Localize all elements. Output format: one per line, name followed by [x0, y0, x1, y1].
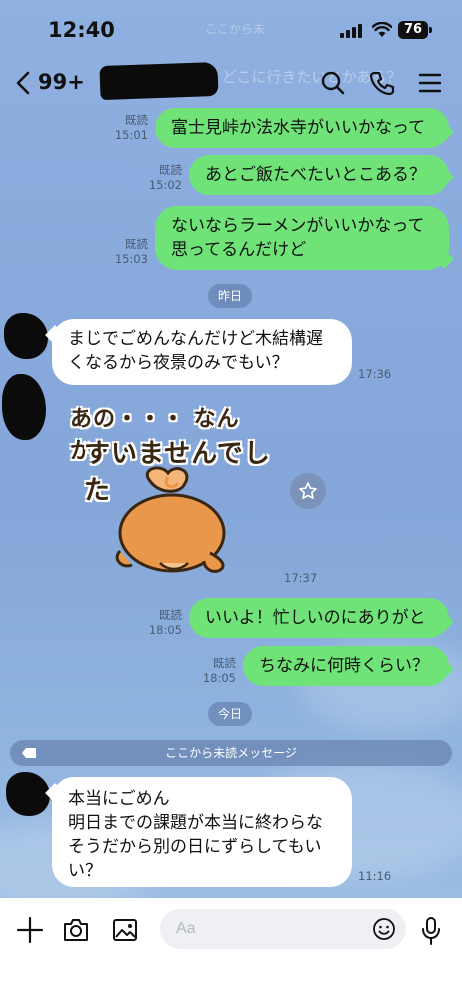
message-time: 15:01 [114, 128, 148, 142]
status-time: 12:40 [48, 18, 115, 42]
sticker[interactable]: あの・・・ なんか・・・ すいませんでした [62, 395, 272, 585]
message-text: 富士見峠か法水寺がいいかなって [171, 118, 426, 138]
read-receipt: 既読 [159, 163, 182, 177]
message-time: 15:03 [114, 252, 148, 266]
message-time: 11:16 [358, 869, 392, 883]
outgoing-message-bubble[interactable]: いいよ！忙しいのにありがと [189, 598, 449, 638]
message-text-line: まじでごめんなんだけど木結構遅 [68, 329, 323, 349]
message-meta: 既読 18:05 [200, 656, 236, 686]
message-meta: 既読 18:05 [146, 608, 182, 638]
microphone-icon[interactable] [420, 916, 442, 946]
emoji-icon[interactable] [372, 917, 396, 941]
phone-icon[interactable] [369, 70, 395, 96]
message-composer [0, 898, 462, 999]
contact-name-redacted [99, 61, 219, 101]
message-text-line: ないならラーメンがいいかなって [171, 216, 425, 236]
battery-indicator: 76 [398, 21, 428, 39]
signal-icon [340, 24, 362, 38]
message-text-line: そうだから別の日にずらしてもい [68, 837, 322, 857]
sticker-favorite-button[interactable] [290, 473, 326, 509]
status-bar: 12:40 ここから未 76 [0, 0, 462, 58]
image-icon[interactable] [111, 916, 139, 944]
message-input[interactable] [176, 917, 356, 941]
message-text-line: くなるから夜景のみでもい？ [68, 353, 289, 373]
outgoing-message-bubble[interactable]: ないならラーメンがいいかなって 思ってるんだけど [155, 206, 449, 270]
battery-tip [429, 27, 432, 33]
message-text: あとご飯たべたいとこある？ [205, 165, 426, 185]
message-text-line: 思ってるんだけど [171, 240, 307, 260]
message-time: 18:05 [148, 623, 182, 637]
message-meta: 既読 15:02 [146, 163, 182, 193]
chevron-left-icon[interactable] [14, 70, 34, 96]
message-text: いいよ！忙しいのにありがと [205, 608, 426, 628]
date-separator-today: 今日 [208, 702, 253, 726]
message-text-line: 明日までの課題が本当に終わらな [68, 813, 323, 833]
read-receipt: 既読 [125, 237, 148, 251]
date-separator-yesterday: 昨日 [208, 284, 253, 308]
back-unread-count[interactable]: 99+ [38, 70, 85, 94]
avatar[interactable] [6, 772, 50, 816]
unread-divider: ここから未読メッセージ [10, 740, 452, 766]
message-text-line: 本当にごめん [68, 789, 170, 809]
plus-icon[interactable] [16, 916, 44, 944]
chat-header: 99+ どこに行きたいとかある？ [0, 58, 462, 106]
read-receipt: 既読 [159, 608, 182, 622]
message-time: 15:02 [148, 178, 182, 192]
star-icon [299, 482, 317, 499]
menu-icon[interactable] [418, 70, 442, 96]
message-time: 17:37 [284, 571, 318, 585]
search-icon[interactable] [320, 70, 346, 96]
read-receipt: 既読 [125, 113, 148, 127]
message-text-line: い？ [68, 861, 102, 881]
shiba-dog-illustration [115, 466, 226, 573]
message-time: 18:05 [202, 671, 236, 685]
message-meta: 既読 15:03 [112, 237, 148, 267]
message-meta: 既読 15:01 [108, 113, 148, 143]
incoming-message-bubble[interactable]: まじでごめんなんだけど木結構遅 くなるから夜景のみでもい？ [52, 319, 352, 385]
outgoing-message-bubble[interactable]: あとご飯たべたいとこある？ [189, 155, 449, 195]
camera-icon[interactable] [62, 916, 90, 944]
message-text: ちなみに何時くらい？ [259, 656, 429, 676]
read-receipt: 既読 [213, 656, 236, 670]
outgoing-message-bubble[interactable]: ちなみに何時くらい？ [243, 646, 449, 686]
outgoing-message-bubble[interactable]: 富士見峠か法水寺がいいかなって [155, 108, 449, 148]
wifi-icon [372, 22, 392, 37]
unread-divider-label: ここから未読メッセージ [165, 746, 297, 760]
status-ghost-text: ここから未 [205, 22, 266, 36]
message-input-field[interactable] [160, 909, 406, 949]
message-time: 17:36 [358, 367, 392, 381]
incoming-message-bubble[interactable]: 本当にごめん 明日までの課題が本当に終わらな そうだから別の日にずらしてもい い… [52, 777, 352, 887]
